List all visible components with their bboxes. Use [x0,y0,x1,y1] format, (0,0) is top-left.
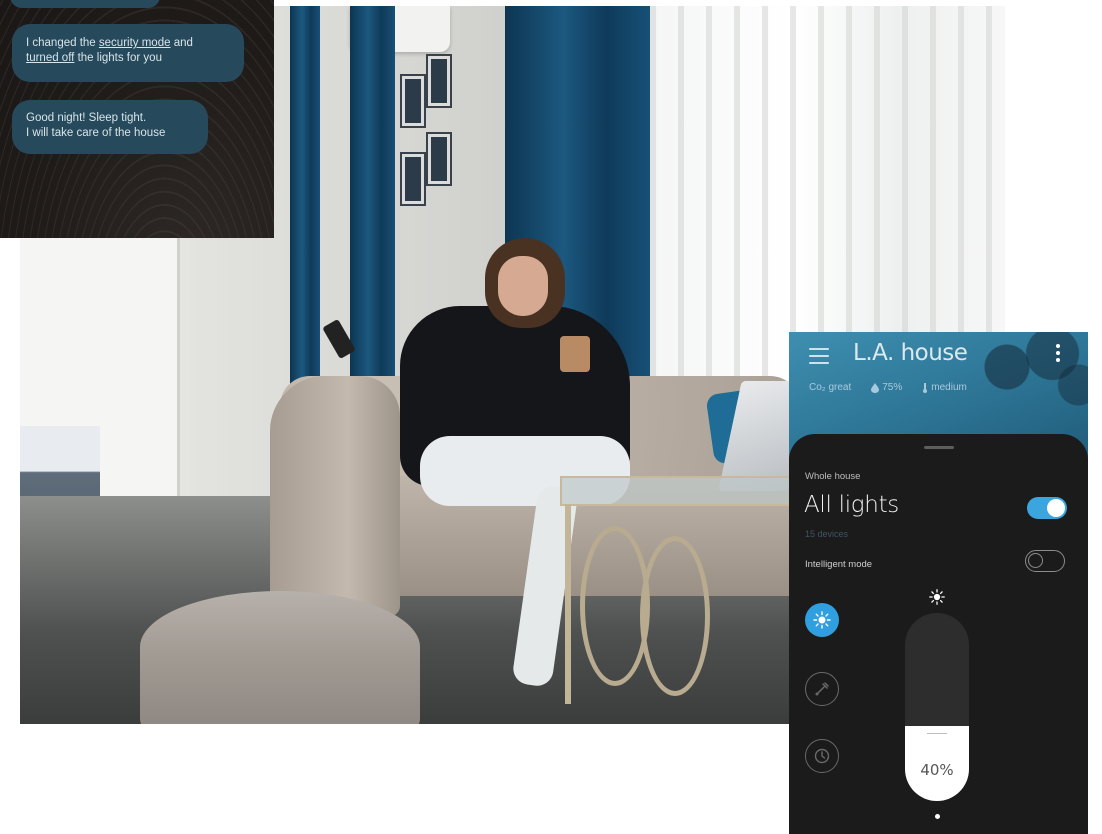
scope-label: Whole house [805,471,861,482]
timer-button[interactable] [805,739,839,773]
turned-off-link[interactable]: turned off [26,52,74,64]
status-row: Co₂ great 75% medium [809,382,967,393]
co2-status-text: Co₂ great [809,382,852,393]
humidity-status-text: 75% [882,382,903,393]
house-title[interactable]: L.A. house [853,340,968,366]
intelligent-mode-label: Intelligent mode [805,559,873,570]
assistant-chat-panel: I changed the security mode and turned o… [0,0,274,238]
security-mode-link[interactable]: security mode [99,37,171,49]
brightness-button[interactable] [805,603,839,637]
co2-status: Co₂ great [809,382,851,393]
chat-bubble [10,0,160,8]
color-palette-icon [815,682,829,696]
humidity-status: 75% [871,382,902,393]
temperature-icon [923,382,928,393]
group-title: All lights [804,492,899,518]
timer-icon [814,748,830,764]
brightness-value: 40% [920,761,954,779]
chat-text: I will take care of the house [26,127,166,139]
sheet-drag-handle[interactable] [924,446,954,449]
page-indicator-dot [935,814,940,819]
more-options-icon[interactable] [1055,344,1061,366]
chat-text: the lights for you [74,52,162,64]
chat-text: I changed the [26,37,99,49]
smart-home-app: L.A. house Co₂ great 75% medium Whole ho… [789,332,1088,834]
chat-text: Good night! Sleep tight. [26,112,147,124]
chat-text: and [170,37,193,49]
lights-control-sheet: Whole house All lights 15 devices Intell… [789,434,1088,834]
color-button[interactable] [805,672,839,706]
brightness-slider[interactable]: 40% [905,613,969,801]
device-count: 15 devices [805,529,849,539]
intelligent-mode-toggle[interactable] [1025,550,1065,572]
chat-bubble: Good night! Sleep tight. I will take car… [12,100,208,154]
slider-handle-line[interactable] [927,733,947,734]
all-lights-toggle[interactable] [1027,497,1067,519]
chat-bubble: I changed the security mode and turned o… [12,24,244,82]
brightness-icon [813,611,831,629]
temperature-status: medium [922,382,967,393]
humidity-icon [871,382,880,393]
temperature-status-text: medium [931,382,967,393]
menu-icon[interactable] [809,348,829,364]
brightness-max-icon [929,589,945,605]
